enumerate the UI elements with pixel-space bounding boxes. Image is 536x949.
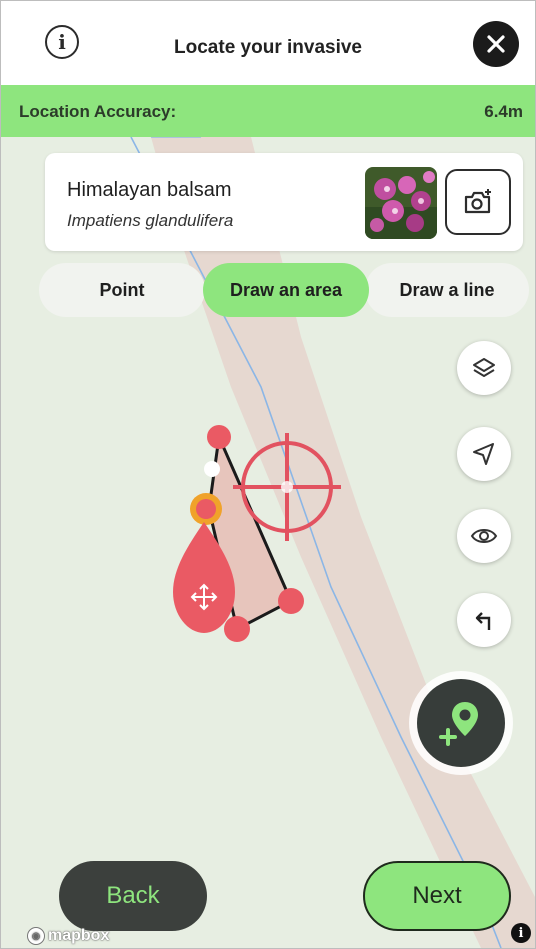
layers-button[interactable] xyxy=(457,341,511,395)
mapbox-wordmark: mapbox xyxy=(48,927,110,944)
mapbox-logo[interactable]: ◉ mapbox xyxy=(27,925,109,947)
undo-icon xyxy=(475,612,491,630)
tab-point[interactable]: Point xyxy=(39,263,205,317)
add-location-button[interactable] xyxy=(417,679,505,767)
tab-draw-area[interactable]: Draw an area xyxy=(203,263,369,317)
map-canvas[interactable] xyxy=(1,137,535,948)
accuracy-value: 6.4m xyxy=(484,102,523,121)
vertex-handle xyxy=(207,425,231,449)
top-bar: i Locate your invasive xyxy=(1,1,535,85)
species-card[interactable]: Himalayan balsam Impatiens glandulifera xyxy=(45,153,523,251)
add-photo-button[interactable] xyxy=(445,169,511,235)
tab-draw-line[interactable]: Draw a line xyxy=(365,263,529,317)
navigate-icon xyxy=(473,443,494,465)
map-view[interactable] xyxy=(1,137,535,948)
mapbox-mark-icon: ◉ xyxy=(27,927,45,945)
layers-icon xyxy=(473,358,495,377)
navigate-button[interactable] xyxy=(457,427,511,481)
add-location-icon xyxy=(439,702,478,746)
vertex-handle xyxy=(278,588,304,614)
accuracy-bar: Location Accuracy: 6.4m xyxy=(1,85,535,137)
flower-photo xyxy=(365,167,437,239)
visibility-button[interactable] xyxy=(457,509,511,563)
app-screen: i Locate your invasive Location Accuracy… xyxy=(0,0,536,949)
close-button[interactable] xyxy=(473,21,519,67)
close-icon xyxy=(487,35,505,53)
vertex-handle xyxy=(224,616,250,642)
next-button[interactable]: Next xyxy=(363,861,511,931)
eye-icon xyxy=(470,529,498,543)
accuracy-label: Location Accuracy: xyxy=(19,102,177,121)
species-latin-name: Impatiens glandulifera xyxy=(67,211,234,230)
attribution-info-button[interactable]: i xyxy=(511,923,531,943)
back-button[interactable]: Back xyxy=(59,861,207,931)
camera-add-icon xyxy=(464,189,491,214)
page-title: Locate your invasive xyxy=(174,37,362,58)
species-photo[interactable] xyxy=(365,167,437,239)
midpoint-handle xyxy=(204,461,220,477)
undo-button[interactable] xyxy=(457,593,511,647)
species-common-name: Himalayan balsam xyxy=(67,179,232,201)
